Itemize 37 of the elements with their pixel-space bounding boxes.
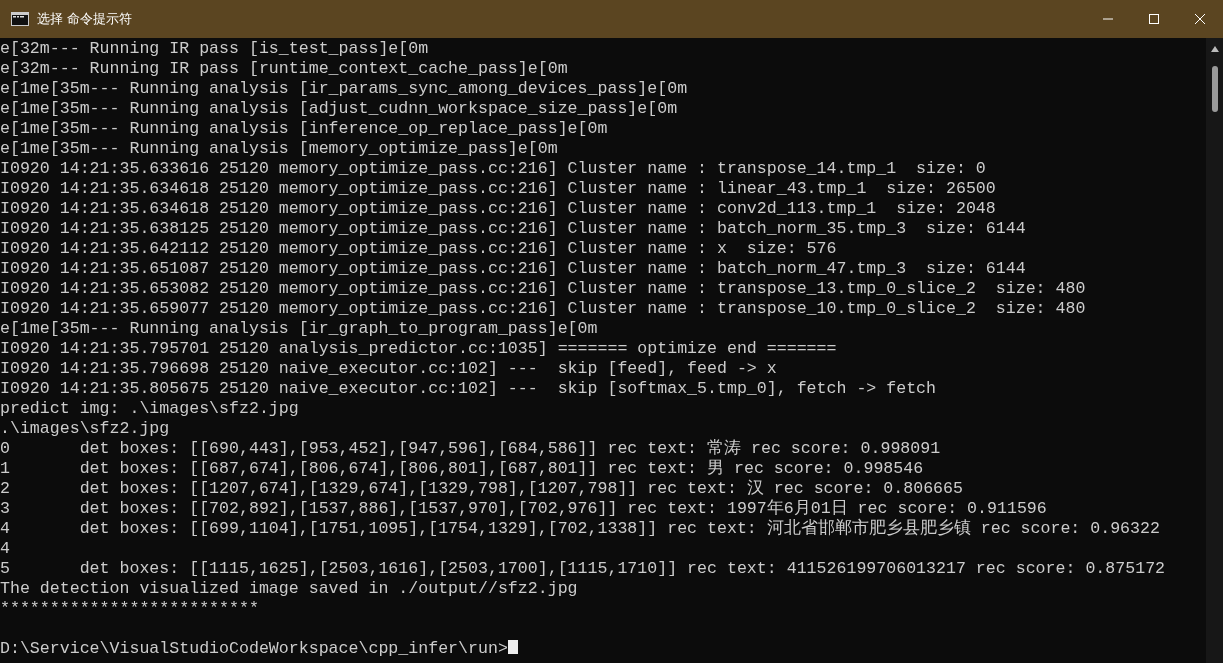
console-line: I0920 14:21:35.805675 25120 naive_executor.cc:102] --- skip [softmax_5.tmp_0], fetch -> fetch xyxy=(0,379,938,399)
console-line: 0 det boxes: [[690,443],[953,452],[947,596],[684,586]] rec text: 常涛 rec score: 0.998091 xyxy=(0,439,942,459)
console-line: I0920 14:21:35.633616 25120 memory_optimize_pass.cc:216] Cluster name : transpose_14.tmp_1 size: 0 xyxy=(0,159,987,179)
console-line: e[1me[35m--- Running analysis [ir_graph_to_program_pass]e[0m xyxy=(0,319,599,339)
console-line: ************************** xyxy=(0,599,260,619)
console-line: 2 det boxes: [[1207,674],[1329,674],[1329,798],[1207,798]] rec text: 汉 rec score: 0.806665 xyxy=(0,479,964,499)
window-title: 选择 命令提示符 xyxy=(37,10,133,28)
console-line: e[1me[35m--- Running analysis [ir_params_sync_among_devices_pass]e[0m xyxy=(0,79,689,99)
console-line: I0920 14:21:35.795701 25120 analysis_predictor.cc:1035] ======= optimize end ======= xyxy=(0,339,838,359)
scrollbar-thumb[interactable] xyxy=(1211,66,1218,112)
console-line: predict img: .\images\sfz2.jpg xyxy=(0,399,300,419)
console-line: 3 det boxes: [[702,892],[1537,886],[1537,970],[702,976]] rec text: 1997年6月01日 rec score: 0.911596 xyxy=(0,499,1048,518)
console-line: 5 det boxes: [[1115,1625],[2503,1616],[2503,1700],[1115,1710]] rec text: 411526199706013217 rec score: 0.875172 xyxy=(0,559,1167,579)
console-line: I0920 14:21:35.659077 25120 memory_optimize_pass.cc:216] Cluster name : transpose_10.tmp_0_slice_2 size: 480 xyxy=(0,299,1087,319)
console-line: .\images\sfz2.jpg xyxy=(0,419,171,439)
console-line: I0920 14:21:35.638125 25120 memory_optimize_pass.cc:216] Cluster name : batch_norm_35.tmp_3 size: 6144 xyxy=(0,219,1027,239)
console-line: I0920 14:21:35.653082 25120 memory_optimize_pass.cc:216] Cluster name : transpose_13.tmp_0_slice_2 size: 480 xyxy=(0,279,1087,299)
close-icon xyxy=(1194,13,1206,25)
scroll-up-icon[interactable] xyxy=(1210,46,1219,52)
console-line: e[1me[35m--- Running analysis [inference_op_replace_pass]e[0m xyxy=(0,119,609,139)
console-line: I0920 14:21:35.651087 25120 memory_optimize_pass.cc:216] Cluster name : batch_norm_47.tmp_3 size: 6144 xyxy=(0,259,1027,279)
maximize-icon xyxy=(1148,13,1160,25)
console-line: e[1me[35m--- Running analysis [adjust_cudnn_workspace_size_pass]e[0m xyxy=(0,99,679,119)
console-line: 4 xyxy=(0,539,11,559)
console-line: 4 det boxes: [[699,1104],[1751,1095],[1754,1329],[702,1338]] rec text: 河北省邯郸市肥乡县肥乡镇 rec score: 0.96322 xyxy=(0,519,1161,539)
console-line: 1 det boxes: [[687,674],[806,674],[806,801],[687,801]] rec text: 男 rec score: 0.998546 xyxy=(0,459,925,479)
command-prompt[interactable]: D:\Service\VisualStudioCodeWorkspace\cpp_infer\run> xyxy=(0,639,518,659)
console-line: e[1me[35m--- Running analysis [memory_optimize_pass]e[0m xyxy=(0,139,559,159)
console-line: The detection visualized image saved in ./output//sfz2.jpg xyxy=(0,579,579,599)
console-line: I0920 14:21:35.642112 25120 memory_optimize_pass.cc:216] Cluster name : x size: 576 xyxy=(0,239,838,259)
console-line: e[32m--- Running IR pass [is_test_pass]e[0m xyxy=(0,39,430,59)
scrollbar[interactable] xyxy=(1206,38,1223,663)
console-line: I0920 14:21:35.634618 25120 memory_optimize_pass.cc:216] Cluster name : conv2d_113.tmp_1 size: 2048 xyxy=(0,199,997,219)
console-line: I0920 14:21:35.634618 25120 memory_optimize_pass.cc:216] Cluster name : linear_43.tmp_1 size: 26500 xyxy=(0,179,997,199)
console-line: I0920 14:21:35.796698 25120 naive_executor.cc:102] --- skip [feed], feed -> x xyxy=(0,359,778,379)
console-line: e[32m--- Running IR pass [runtime_context_cache_pass]e[0m xyxy=(0,59,569,79)
console-icon xyxy=(11,12,29,26)
